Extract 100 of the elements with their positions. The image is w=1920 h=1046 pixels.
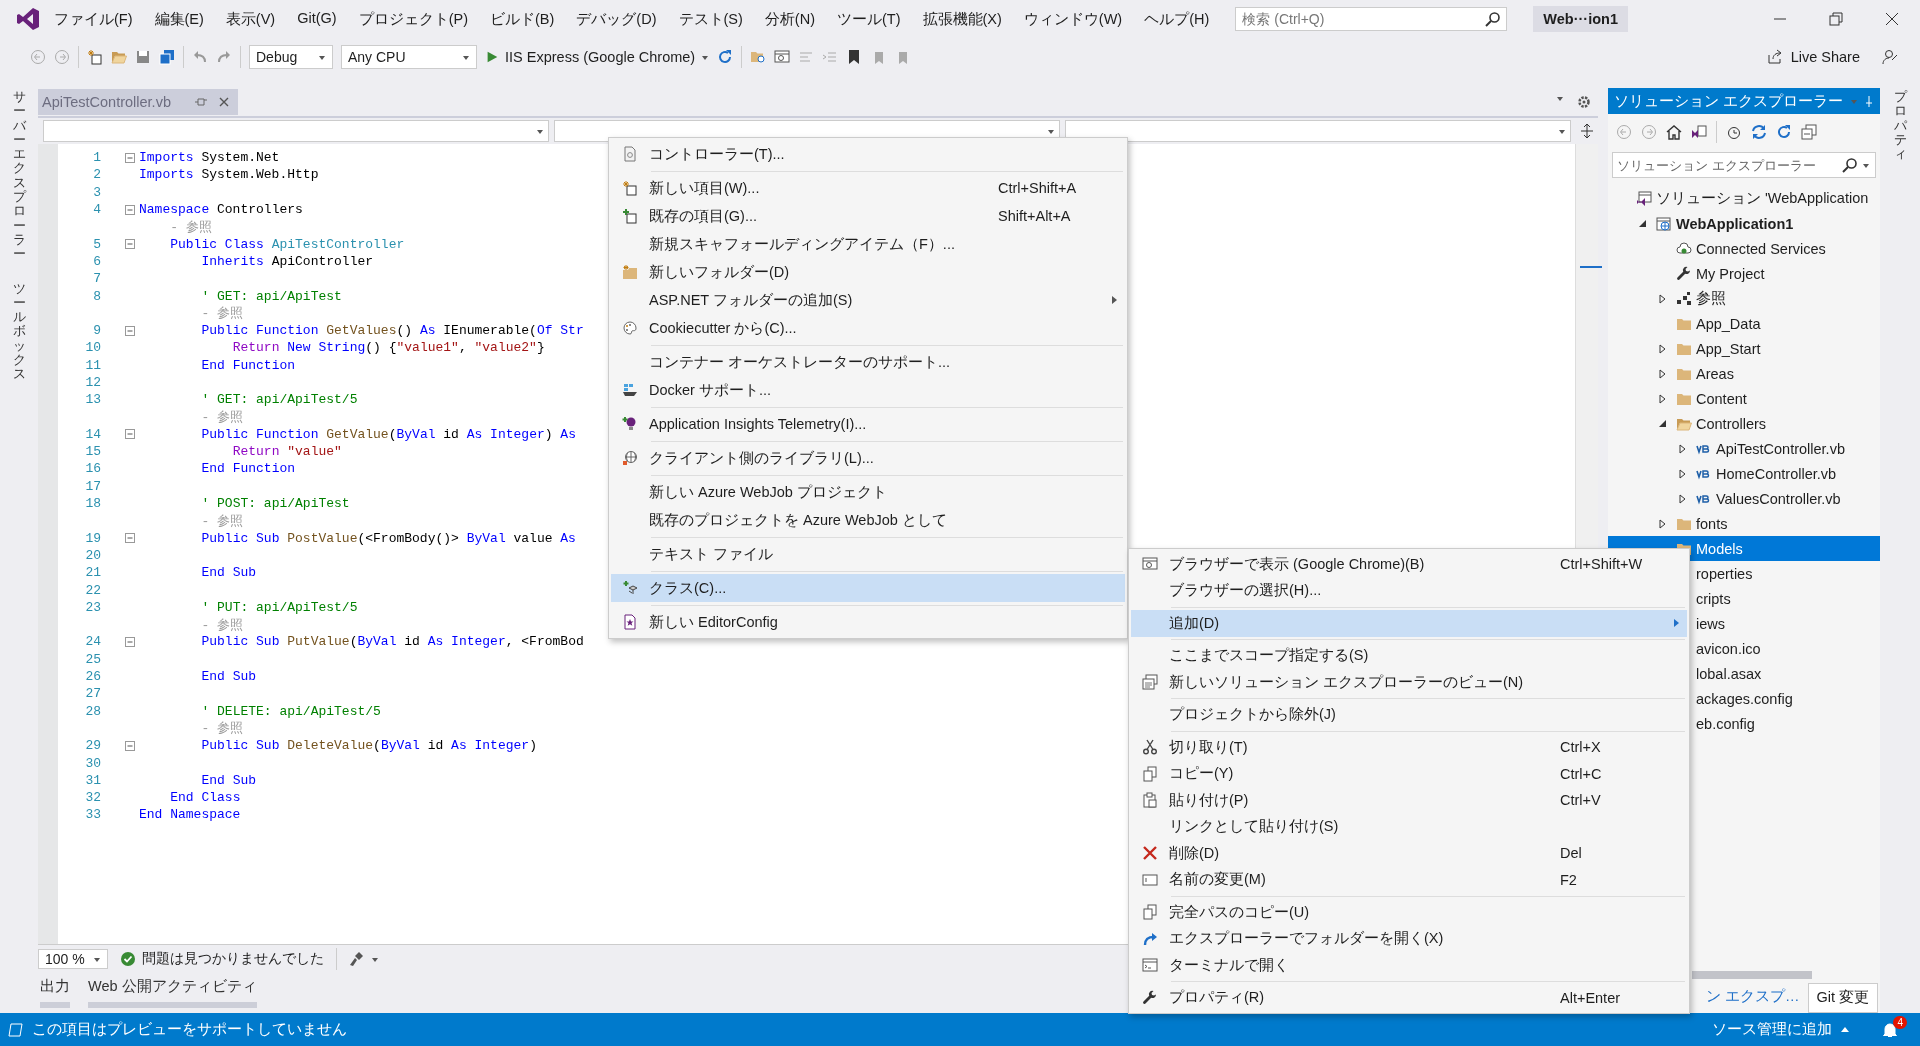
- menu-bar-item[interactable]: 編集(E): [154, 9, 204, 29]
- collapse-icon[interactable]: [125, 429, 135, 440]
- menu-item[interactable]: コピー(Y) Ctrl+C: [1131, 760, 1687, 787]
- browser-icon[interactable]: [774, 49, 791, 65]
- menu-item[interactable]: Docker サポート...: [611, 376, 1125, 404]
- pin-icon[interactable]: [1864, 95, 1874, 107]
- menu-item[interactable]: 新しい Azure WebJob プロジェクト: [611, 478, 1125, 506]
- tree-item[interactable]: ValuesController.vb: [1608, 486, 1880, 511]
- menu-bar-item[interactable]: ファイル(F): [54, 9, 133, 29]
- tree-item[interactable]: App_Start: [1608, 336, 1880, 361]
- live-share-button[interactable]: Live Share: [1766, 49, 1860, 65]
- side-tab[interactable]: ツールボックス: [12, 281, 26, 382]
- account-icon[interactable]: [1882, 49, 1898, 65]
- menu-item[interactable]: ターミナルで開く: [1131, 952, 1687, 979]
- menu-item[interactable]: 名前の変更(M) F2: [1131, 866, 1687, 893]
- restore-icon[interactable]: [1828, 11, 1844, 27]
- cleanup-button[interactable]: [349, 951, 379, 967]
- collapse-all-icon[interactable]: [1801, 124, 1817, 140]
- menu-item[interactable]: プロジェクトから除外(J): [1131, 701, 1687, 728]
- search-field[interactable]: ソリューション エクスプローラー: [1612, 152, 1876, 178]
- expander-arrow-icon[interactable]: [1657, 418, 1667, 429]
- tree-item[interactable]: WebApplication1: [1608, 211, 1880, 236]
- menu-bar-item[interactable]: プロジェクト(P): [358, 9, 468, 29]
- new-project-icon[interactable]: [87, 49, 103, 65]
- close-icon[interactable]: [1884, 11, 1900, 27]
- menu-item[interactable]: エクスプローラーでフォルダーを開く(X): [1131, 925, 1687, 952]
- solution-name-badge[interactable]: Web···ion1: [1533, 6, 1628, 32]
- collapse-icon[interactable]: [125, 239, 135, 250]
- menu-bar-item[interactable]: ヘルプ(H): [1144, 9, 1210, 29]
- tree-item[interactable]: ApiTestController.vb: [1608, 436, 1880, 461]
- dropdown-field[interactable]: [43, 120, 549, 142]
- folder-search-icon[interactable]: [750, 49, 767, 65]
- undo-icon[interactable]: [192, 49, 208, 65]
- collapse-icon[interactable]: [125, 533, 135, 544]
- tree-item[interactable]: fonts: [1608, 511, 1880, 536]
- menu-item[interactable]: 追加(D): [1131, 610, 1687, 637]
- tree-item[interactable]: 参照: [1608, 286, 1880, 311]
- menu-bar-item[interactable]: テスト(S): [678, 9, 743, 29]
- switch-views-icon[interactable]: [1691, 124, 1707, 140]
- tree-item[interactable]: HomeController.vb: [1608, 461, 1880, 486]
- expander-arrow-icon[interactable]: [1657, 393, 1667, 404]
- collapse-icon[interactable]: [125, 636, 135, 647]
- menu-bar-item[interactable]: 表示(V): [225, 9, 276, 29]
- side-tab[interactable]: サーバーエクスプローラー: [12, 90, 26, 262]
- menu-bar-item[interactable]: ビルド(B): [490, 9, 555, 29]
- expander-arrow-icon[interactable]: [1657, 343, 1667, 354]
- tree-item[interactable]: Content: [1608, 386, 1880, 411]
- menu-item[interactable]: 新しいフォルダー(D): [611, 258, 1125, 286]
- tree-item[interactable]: My Project: [1608, 261, 1880, 286]
- panel-tab[interactable]: Git 変更: [1807, 983, 1879, 1013]
- tree-item[interactable]: App_Data: [1608, 311, 1880, 336]
- tree-item[interactable]: Controllers: [1608, 411, 1880, 436]
- menu-item[interactable]: クライアント側のライブラリ(L)...: [611, 444, 1125, 472]
- menu-item[interactable]: Application Insights Telemetry(I)...: [611, 410, 1125, 438]
- platform-dropdown[interactable]: Any CPU: [341, 45, 477, 69]
- tree-item[interactable]: ソリューション 'WebApplication: [1608, 186, 1880, 211]
- settings-icon[interactable]: [1576, 94, 1592, 110]
- menu-item[interactable]: プロパティ(R) Alt+Enter: [1131, 984, 1687, 1011]
- expander-arrow-icon[interactable]: [1677, 468, 1687, 479]
- expander-arrow-icon[interactable]: [1677, 443, 1687, 454]
- bell-icon[interactable]: [1882, 1021, 1898, 1038]
- source-control-button[interactable]: ソース管理に追加: [1712, 1020, 1850, 1039]
- collapse-icon[interactable]: [125, 204, 135, 215]
- split-icon[interactable]: [1579, 123, 1595, 139]
- expander-arrow-icon[interactable]: [1657, 293, 1667, 304]
- side-tab[interactable]: プロパティ: [1893, 90, 1907, 1013]
- refresh-icon[interactable]: [1776, 124, 1792, 140]
- menu-item[interactable]: コンテナー オーケストレーターのサポート...: [611, 348, 1125, 376]
- menu-bar-item[interactable]: 拡張機能(X): [922, 9, 1002, 29]
- close-icon[interactable]: [218, 96, 230, 108]
- tree-item[interactable]: Areas: [1608, 361, 1880, 386]
- home-icon[interactable]: [1666, 124, 1682, 140]
- menu-item[interactable]: ここまでスコープ指定する(S): [1131, 642, 1687, 669]
- menu-item[interactable]: コントローラー(T)...: [611, 140, 1125, 168]
- menu-bar-item[interactable]: デバッグ(D): [576, 9, 657, 29]
- search-field[interactable]: 検索 (Ctrl+Q): [1235, 7, 1508, 31]
- save-icon[interactable]: [135, 49, 151, 65]
- history-icon[interactable]: [1726, 124, 1742, 140]
- menu-item[interactable]: 完全パスのコピー(U): [1131, 899, 1687, 926]
- collapse-icon[interactable]: [125, 152, 135, 163]
- configuration-dropdown[interactable]: Debug: [249, 45, 333, 69]
- menu-item[interactable]: クラス(C)...: [611, 574, 1125, 602]
- refresh-icon[interactable]: [717, 49, 734, 65]
- expander-arrow-icon[interactable]: [1637, 218, 1647, 229]
- menu-item[interactable]: テキスト ファイル: [611, 540, 1125, 568]
- menu-item[interactable]: 既存の項目(G)... Shift+Alt+A: [611, 202, 1125, 230]
- menu-bar-item[interactable]: ウィンドウ(W): [1023, 9, 1123, 29]
- menu-item[interactable]: 新しいソリューション エクスプローラーのビュー(N): [1131, 669, 1687, 696]
- menu-item[interactable]: ASP.NET フォルダーの追加(S): [611, 286, 1125, 314]
- dropdown-field[interactable]: [1065, 120, 1571, 142]
- menu-item[interactable]: 新規スキャフォールディングアイテム（F）...: [611, 230, 1125, 258]
- open-folder-icon[interactable]: [111, 49, 127, 65]
- menu-item[interactable]: 切り取り(T) Ctrl+X: [1131, 734, 1687, 761]
- menu-item[interactable]: リンクとして貼り付け(S): [1131, 813, 1687, 840]
- collapse-icon[interactable]: [125, 325, 135, 336]
- run-button[interactable]: IIS Express (Google Chrome): [485, 49, 710, 65]
- expander-arrow-icon[interactable]: [1657, 368, 1667, 379]
- save-all-icon[interactable]: [159, 49, 175, 65]
- redo-icon[interactable]: [216, 49, 232, 65]
- menu-item[interactable]: Cookiecutter から(C)...: [611, 314, 1125, 342]
